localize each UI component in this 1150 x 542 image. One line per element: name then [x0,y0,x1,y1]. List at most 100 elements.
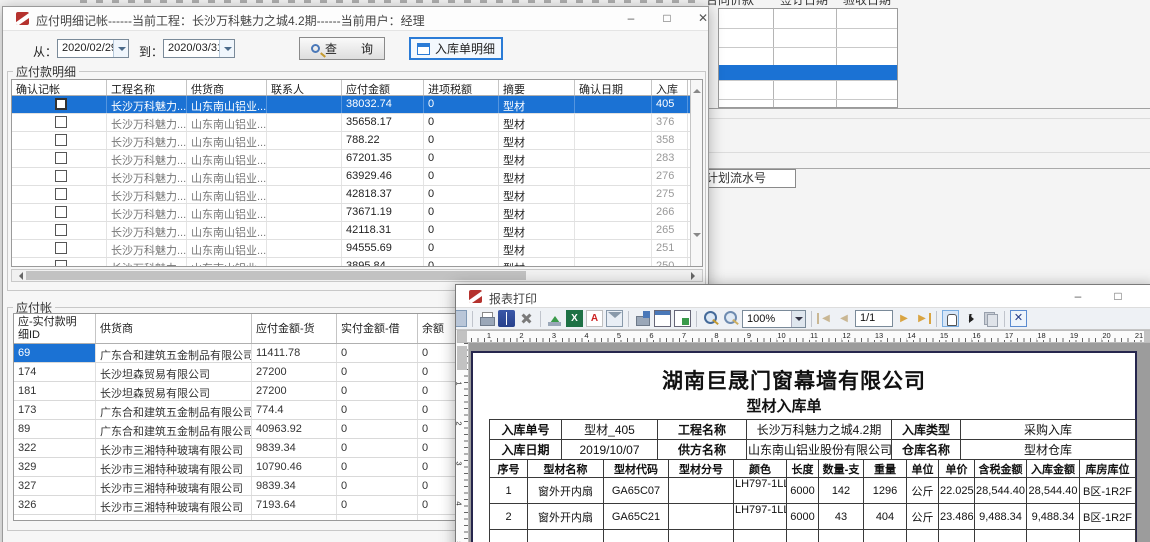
info-row: 入库单号型材_405工程名称长沙万科魅力之城4.2期入库类型采购入库 [490,420,1136,440]
cell: 28,544.40 [975,478,1027,504]
cell: LH797-1LL [734,504,787,530]
close-preview-icon[interactable]: ✕ [1010,310,1027,327]
cell: 1296 [864,478,907,504]
to-date-picker[interactable]: 2020/03/31 [163,39,235,58]
scroll-up-icon [693,85,701,93]
ruler-number: 16 [971,331,981,340]
ruler-number: 5 [616,331,622,340]
to-label: 到： [139,43,163,60]
confirm-checkbox[interactable] [55,134,67,146]
cell [267,258,342,267]
cell: 山东南山铝业... [187,204,267,221]
company-name: 湖南巨晟门窗幕墙有限公司 [473,365,1115,395]
print-icon[interactable] [478,310,495,327]
confirm-checkbox[interactable] [55,98,67,110]
chevron-down-icon[interactable] [113,40,128,57]
ruler-number: 3 [455,461,464,465]
cell [575,258,652,267]
column-header: 确认记帐 [12,80,107,95]
cell: 0 [337,458,418,476]
payable-detail-row[interactable]: 长沙万科魅力...山东南山铝业...788.220型材358 [12,132,702,150]
zoom-in-icon[interactable] [702,310,719,327]
cell: 长沙坦森贸易有限公司 [96,382,252,400]
settings-icon[interactable] [518,310,535,327]
cell [669,504,734,530]
confirm-checkbox[interactable] [55,206,67,218]
next-page-button[interactable]: ▶ [896,313,912,324]
minimize-button[interactable]: – [619,9,643,28]
zoom-select[interactable]: 100% [742,310,806,328]
text-select-icon[interactable]: I [962,310,979,327]
confirm-checkbox[interactable] [55,242,67,254]
psetup3-icon[interactable] [674,310,691,327]
excel-icon[interactable]: X [566,310,583,327]
cell: 长沙市三湘特种玻璃有限公司 [96,496,252,514]
page-number-input[interactable]: 1/1 [855,310,893,327]
zoom-out-icon[interactable] [722,310,739,327]
confirm-checkbox[interactable] [55,260,67,267]
print-preview-area[interactable]: 12345 湖南巨晟门窗幕墙有限公司 型材入库单 入库单号型材_405工程名称长… [456,343,1150,542]
app-icon [16,12,29,25]
from-date-picker[interactable]: 2020/02/29 [57,39,129,58]
payable-detail-row[interactable]: 长沙万科魅力...山东南山铝业...67201.350型材283 [12,150,702,168]
vertical-scrollbar[interactable] [690,80,702,266]
cell: 0 [337,344,418,362]
cell: 327 [14,477,96,495]
pdf-icon[interactable]: A [586,310,603,327]
confirm-checkbox[interactable] [55,152,67,164]
copy-icon[interactable] [982,310,999,327]
chevron-down-icon[interactable] [791,311,805,327]
ruler-number: 18 [1036,331,1046,340]
payable-detail-row[interactable]: 长沙万科魅力...山东南山铝业...38032.740型材405 [12,96,702,114]
query-button[interactable]: 查 询 [299,37,385,60]
payable-detail-row[interactable]: 长沙万科魅力...山东南山铝业...3895.840型材250 [12,258,702,267]
confirm-checkbox[interactable] [55,224,67,236]
payable-detail-row[interactable]: 长沙万科魅力...山东南山铝业...73671.190型材266 [12,204,702,222]
plan-serial-field: 计划流水号 [700,169,796,188]
cell: 山东南山铝业... [187,96,267,113]
bg-selected-row [719,65,897,80]
first-page-button[interactable]: ◀ [817,313,833,324]
cell [267,204,342,221]
cell: 广东合和建筑五金制品有限公司 [96,344,252,362]
cell: 0 [424,222,499,239]
confirm-checkbox[interactable] [55,170,67,182]
cell [252,515,337,521]
close-button[interactable]: ✕ [1142,287,1150,306]
confirm-checkbox[interactable] [55,116,67,128]
email-icon[interactable] [606,310,623,327]
maximize-button[interactable]: □ [655,9,679,28]
cell: 326 [14,496,96,514]
report-title: 报表打印 [489,290,537,307]
psetup2-icon[interactable] [654,310,671,327]
minimize-button[interactable]: – [1066,287,1090,306]
export-icon[interactable] [546,310,563,327]
payable-detail-row[interactable]: 长沙万科魅力...山东南山铝业...35658.170型材376 [12,114,702,132]
chevron-down-icon[interactable] [219,40,234,57]
design-icon[interactable] [455,310,467,327]
payable-detail-row[interactable]: 长沙万科魅力...山东南山铝业...42118.310型材265 [12,222,702,240]
payable-detail-row[interactable]: 长沙万科魅力...山东南山铝业...42818.370型材275 [12,186,702,204]
last-page-button[interactable]: ▶ [915,313,931,324]
ruler-number: 12 [841,331,851,340]
prev-page-button[interactable]: ◀ [836,313,852,324]
cell: 窗外开内扇 [528,504,604,530]
detail-column-header: 型材代码 [604,460,669,478]
open-icon[interactable] [498,310,515,327]
confirm-checkbox[interactable] [55,188,67,200]
cell: 公斤 [907,478,939,504]
column-header: 入库 [652,80,688,95]
payable-detail-row[interactable]: 长沙万科魅力...山东南山铝业...63929.460型材276 [12,168,702,186]
psetup1-icon[interactable] [634,310,651,327]
cell: 3895.84 [342,258,424,267]
close-button[interactable]: ✕ [691,9,715,28]
maximize-button[interactable]: □ [1106,287,1130,306]
scrollbar-thumb[interactable] [26,271,526,280]
hand-tool-icon[interactable] [942,310,959,327]
cell: 250 [652,258,688,267]
payable-detail-row[interactable]: 长沙万科魅力...山东南山铝业...94555.690型材251 [12,240,702,258]
scroll-right-icon [691,272,699,280]
horizontal-scrollbar[interactable] [11,269,703,282]
detail-column-header: 单价 [939,460,975,478]
inbound-detail-button[interactable]: 入库单明细 [409,37,503,60]
